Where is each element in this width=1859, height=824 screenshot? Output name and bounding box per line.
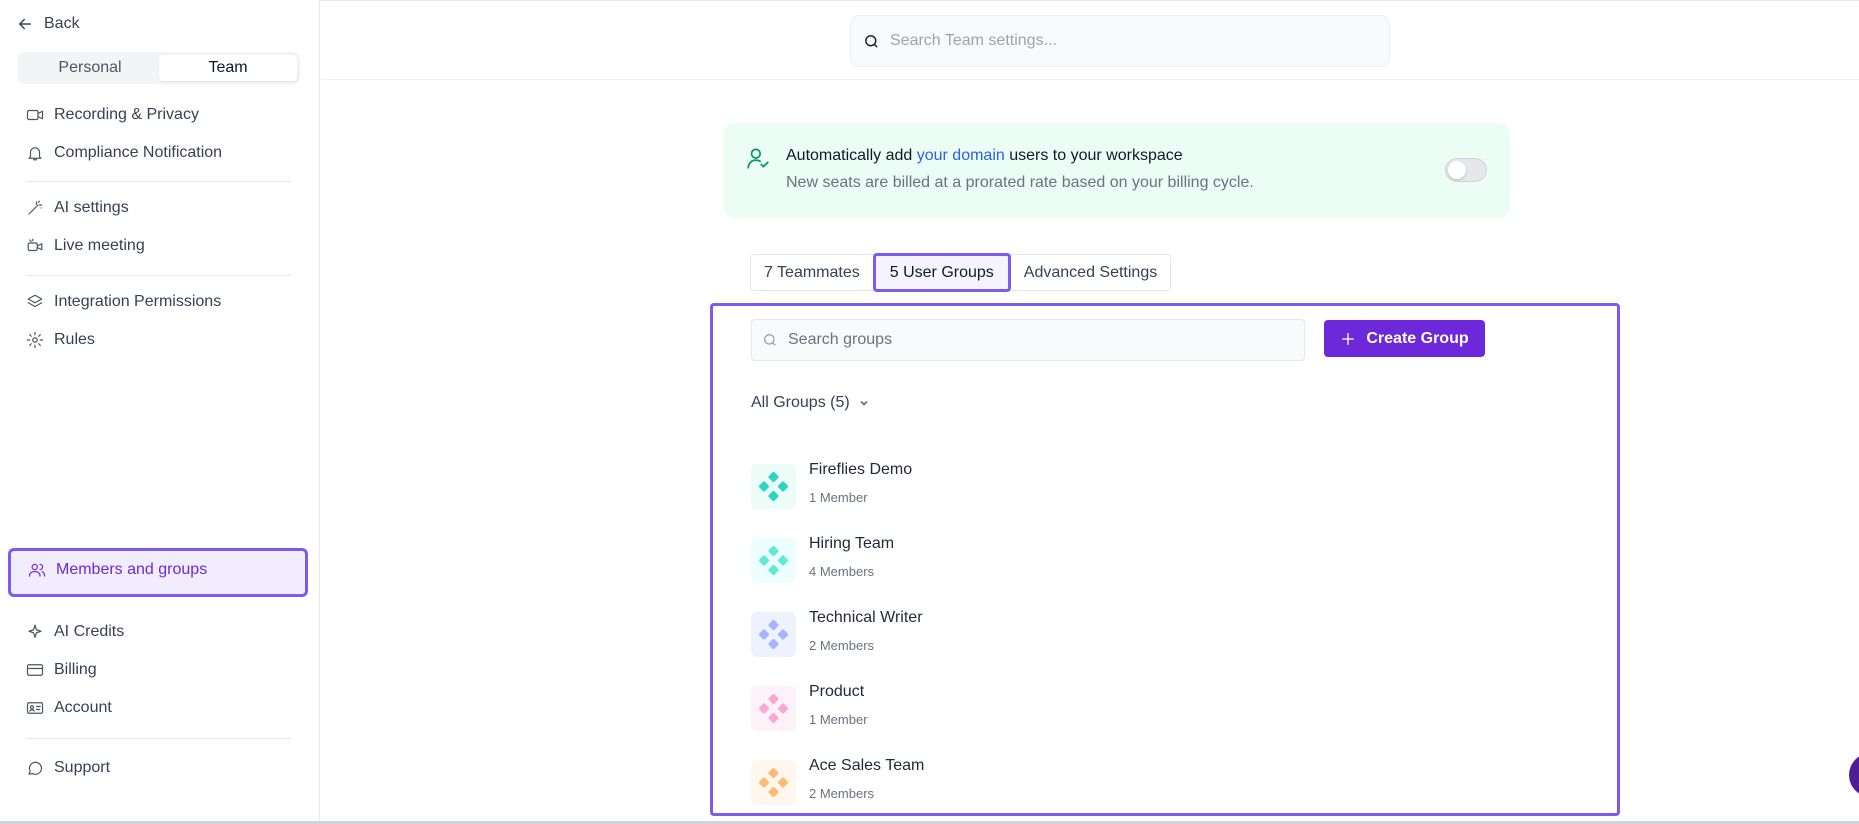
create-group-label: Create Group — [1366, 329, 1469, 347]
sidebar-item-label: AI settings — [54, 199, 129, 216]
group-member-count: 2 Members — [809, 786, 875, 801]
group-name: Technical Writer — [809, 609, 923, 626]
sidebar-divider — [26, 738, 291, 739]
sidebar-item-label: Rules — [54, 331, 95, 348]
group-row[interactable]: Product 1 Member — [751, 683, 1451, 733]
sidebar-divider — [26, 181, 291, 182]
sidebar-item-label: Compliance Notification — [54, 144, 223, 161]
group-avatar — [751, 612, 796, 657]
group-diamonds-icon — [758, 619, 789, 650]
group-row[interactable]: Fireflies Demo 1 Member — [751, 461, 1451, 511]
group-diamonds-icon — [758, 767, 789, 798]
sidebar-divider — [26, 275, 291, 276]
groups-filter-label: All Groups (5) — [751, 394, 850, 411]
sidebar-item-live-meeting[interactable]: Live meeting — [26, 233, 145, 259]
sparkle-icon — [28, 624, 42, 638]
groups-filter-dropdown[interactable]: All Groups (5) — [751, 394, 870, 412]
group-search[interactable] — [751, 319, 1305, 361]
group-avatar — [751, 538, 796, 583]
group-name: Product — [809, 683, 865, 700]
settings-sidebar: Back Personal Team Recording & Privacy C… — [0, 0, 320, 821]
team-settings-search-input[interactable] — [890, 32, 1360, 50]
sidebar-item-label: Account — [54, 699, 112, 716]
group-diamonds-icon — [758, 693, 789, 724]
tab-user-groups[interactable]: 5 User Groups — [872, 253, 1011, 292]
group-diamonds-icon — [758, 545, 789, 576]
members-tabs: 7 Teammates 5 User Groups Advanced Setti… — [750, 253, 1172, 292]
create-group-button[interactable]: Create Group — [1324, 320, 1485, 357]
live-video-icon — [27, 238, 43, 252]
plus-icon — [1342, 332, 1355, 345]
tab-advanced-settings[interactable]: Advanced Settings — [1011, 255, 1170, 290]
group-row[interactable]: Ace Sales Team 2 Members — [751, 757, 1451, 807]
segment-team[interactable]: Team — [159, 55, 297, 81]
group-member-count: 1 Member — [809, 490, 868, 505]
search-icon — [865, 34, 878, 48]
banner-title: Automatically add your domain users to y… — [786, 147, 1183, 165]
sidebar-item-account[interactable]: Account — [26, 695, 112, 721]
domain-autoadd-banner: Automatically add your domain users to y… — [723, 123, 1510, 218]
user-check-icon — [745, 145, 771, 171]
sidebar-item-integration-permissions[interactable]: Integration Permissions — [26, 289, 221, 315]
banner-text-after: users to your workspace — [1004, 147, 1183, 164]
your-domain-link[interactable]: your domain — [917, 147, 1005, 164]
sidebar-item-label: Members and groups — [56, 561, 208, 578]
sidebar-item-rules[interactable]: Rules — [26, 327, 95, 353]
banner-text-before: Automatically add — [786, 147, 917, 164]
sidebar-item-members-and-groups[interactable]: Members and groups — [8, 548, 308, 597]
group-name: Ace Sales Team — [809, 757, 925, 774]
sidebar-item-label: Live meeting — [54, 237, 145, 254]
group-member-count: 4 Members — [809, 564, 875, 579]
team-settings-search[interactable] — [850, 15, 1390, 67]
user-groups-panel: Create Group All Groups (5) Fireflies De… — [710, 303, 1620, 816]
chat-launcher-button[interactable] — [1849, 753, 1859, 797]
group-name: Hiring Team — [809, 535, 895, 552]
layers-icon — [27, 294, 43, 308]
back-button[interactable]: Back — [16, 15, 80, 33]
search-icon — [764, 334, 776, 346]
group-avatar — [751, 464, 796, 509]
chat-icon — [28, 761, 43, 775]
arrow-left-icon — [19, 18, 31, 30]
sidebar-item-ai-settings[interactable]: AI settings — [26, 195, 129, 221]
back-label: Back — [44, 15, 80, 32]
group-row[interactable]: Technical Writer 2 Members — [751, 609, 1451, 659]
sidebar-item-label: Support — [54, 759, 111, 776]
sidebar-item-ai-credits[interactable]: AI Credits — [26, 619, 124, 645]
id-card-icon — [26, 702, 44, 714]
credit-card-icon — [26, 664, 44, 676]
sidebar-item-recording-privacy[interactable]: Recording & Privacy — [26, 102, 199, 128]
group-diamonds-icon — [758, 471, 789, 502]
sidebar-item-billing[interactable]: Billing — [26, 657, 97, 683]
scope-switch: Personal Team — [18, 52, 300, 84]
sidebar-item-label: Integration Permissions — [54, 293, 222, 310]
group-avatar — [751, 686, 796, 731]
magic-wand-icon — [28, 200, 43, 215]
auto-add-toggle[interactable] — [1445, 158, 1487, 182]
gear-icon — [26, 331, 44, 349]
chevron-down-icon — [860, 400, 868, 406]
sidebar-item-label: Billing — [54, 661, 97, 678]
segment-personal[interactable]: Personal — [21, 55, 159, 81]
users-icon — [28, 563, 46, 577]
sidebar-item-support[interactable]: Support — [26, 755, 110, 781]
group-name: Fireflies Demo — [809, 461, 913, 478]
group-search-input[interactable] — [788, 331, 1288, 349]
tab-teammates[interactable]: 7 Teammates — [751, 255, 873, 290]
video-icon — [26, 109, 44, 121]
banner-subtext: New seats are billed at a prorated rate … — [786, 174, 1254, 191]
sidebar-item-label: Recording & Privacy — [54, 106, 199, 123]
sidebar-item-compliance-notification[interactable]: Compliance Notification — [26, 140, 222, 166]
bell-icon — [28, 147, 42, 161]
group-member-count: 2 Members — [809, 638, 875, 653]
toggle-knob — [1448, 161, 1466, 179]
sidebar-item-label: AI Credits — [54, 623, 125, 640]
group-member-count: 1 Member — [809, 712, 868, 727]
group-row[interactable]: Hiring Team 4 Members — [751, 535, 1451, 585]
group-avatar — [751, 760, 796, 805]
